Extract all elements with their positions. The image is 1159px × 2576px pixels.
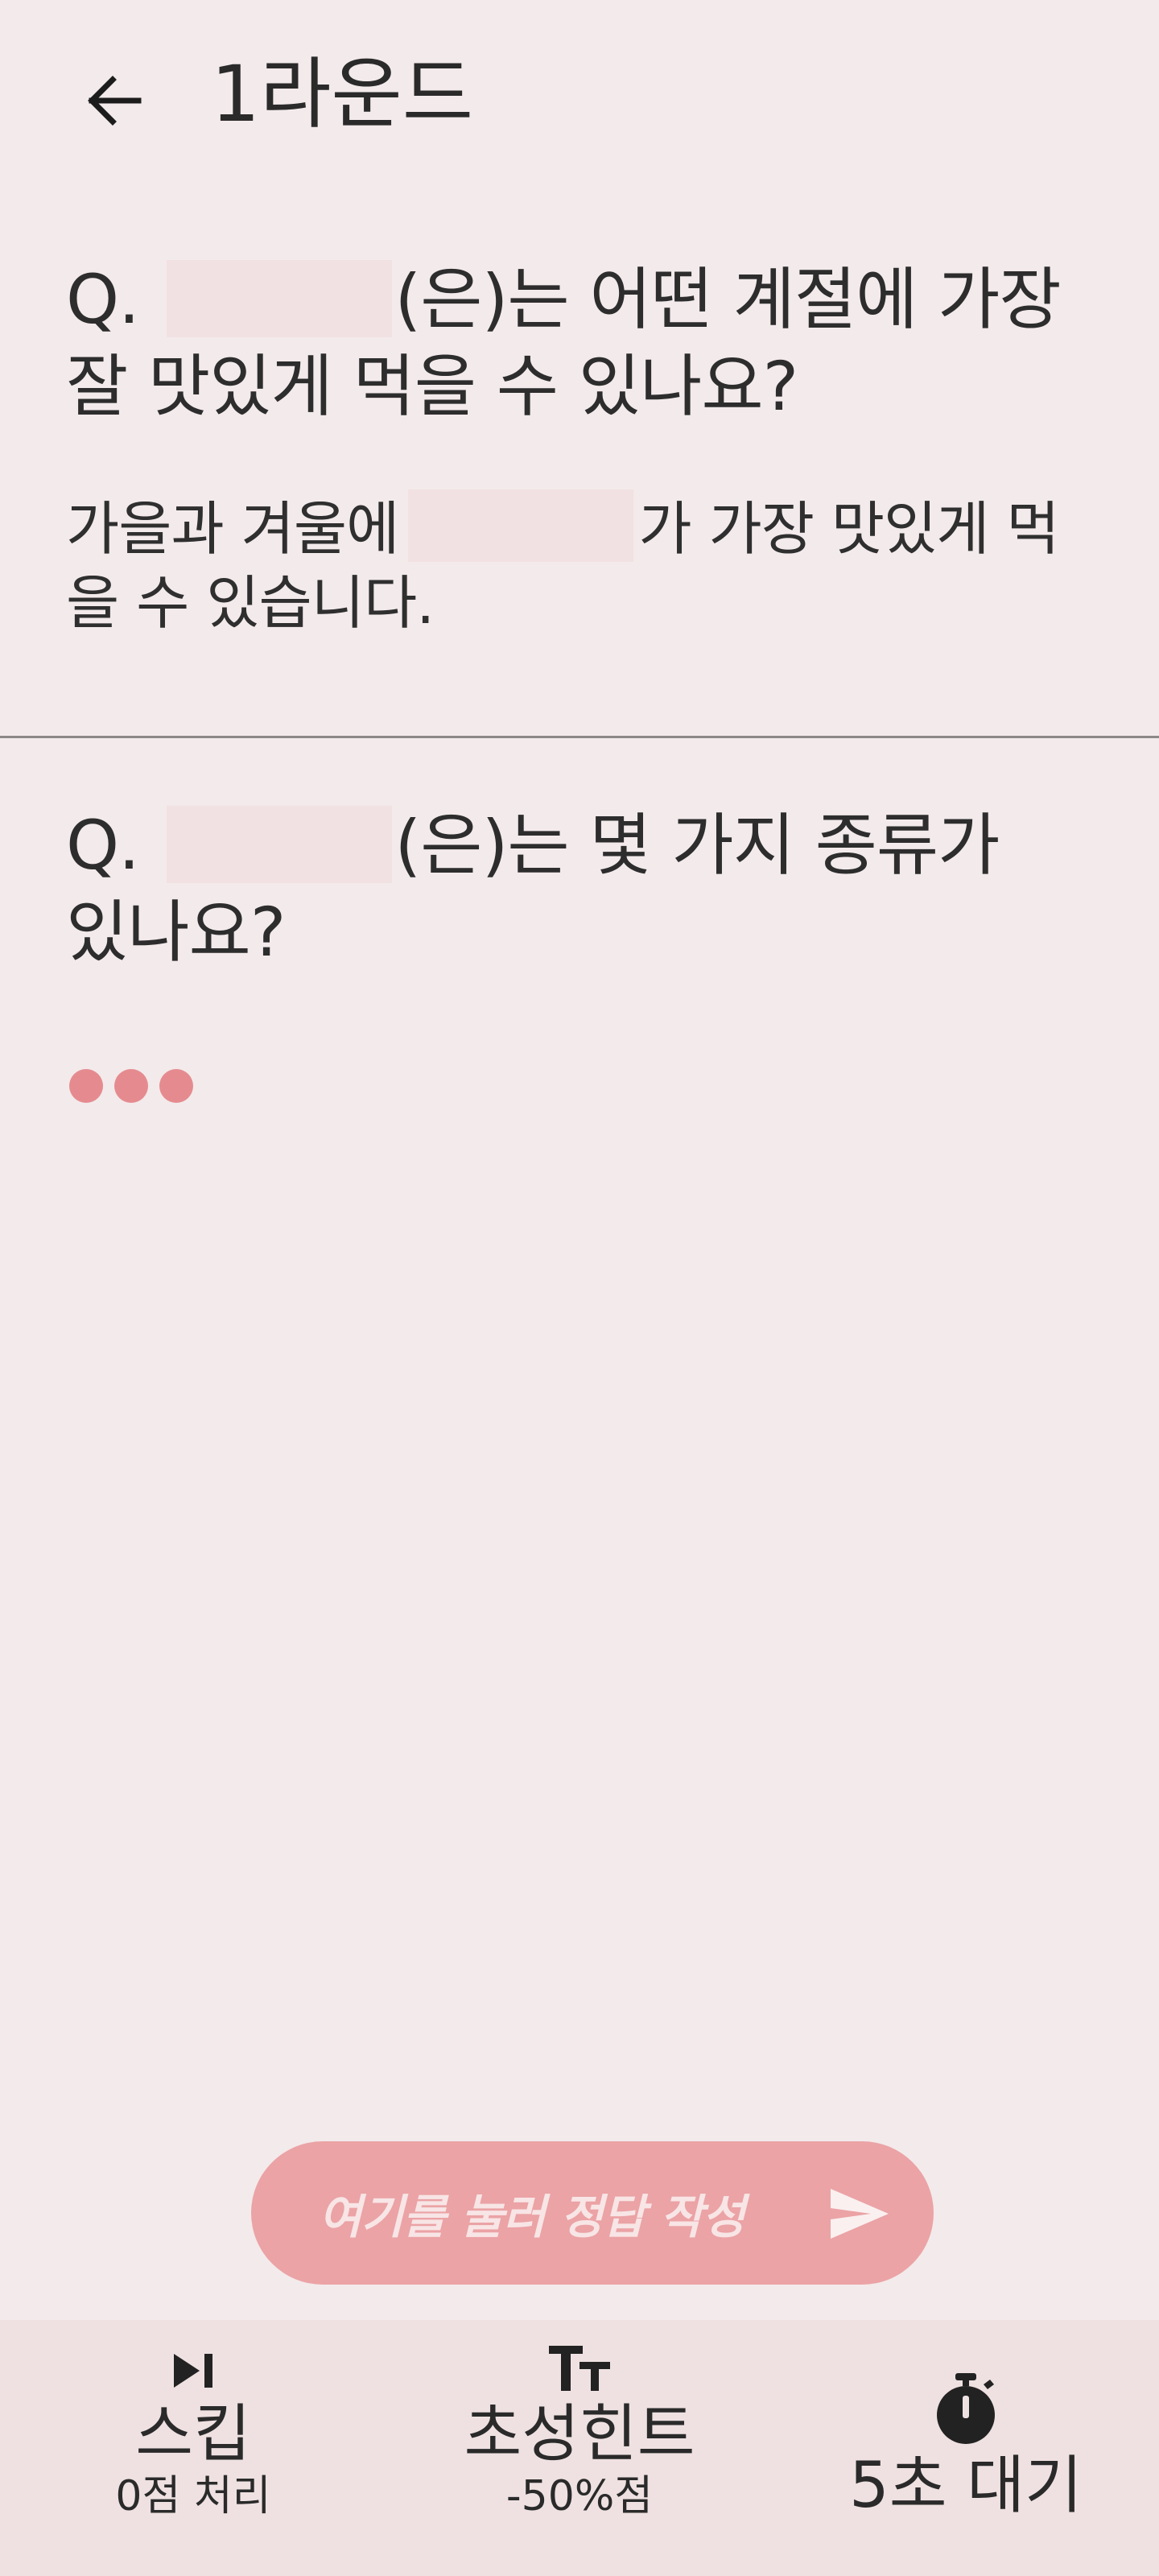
- answer-blank: [166, 806, 392, 883]
- divider: [0, 736, 1159, 738]
- initial-hint-button[interactable]: 초성힌트 -50%점: [443, 2320, 716, 2576]
- send-button[interactable]: [823, 2177, 897, 2251]
- typing-dot: [69, 1069, 103, 1103]
- back-button[interactable]: [66, 53, 161, 148]
- typing-dot: [114, 1069, 148, 1103]
- arrow-left-icon: [88, 76, 142, 126]
- qa-item: Q. (은)는 몇 가지 종류가 있나요?: [66, 802, 1080, 976]
- skip-label: 스킵: [135, 2398, 251, 2471]
- wait-button[interactable]: 5초 대기: [829, 2320, 1103, 2576]
- wait-label: 5초 대기: [849, 2450, 1083, 2522]
- typing-indicator: [69, 1069, 193, 1103]
- question-text: Q. (은)는 어떤 계절에 가장 잘 맛있게 먹을 수 있나요?: [66, 256, 1080, 430]
- skip-sublabel: 0점 처리: [115, 2472, 271, 2520]
- hint-label: 초성힌트: [464, 2398, 695, 2471]
- question-prefix: Q.: [66, 260, 140, 339]
- send-icon: [831, 2189, 889, 2239]
- answer-text: 가을과 겨울에 가 가장 맛있게 먹을 수 있습니다.: [66, 489, 1080, 640]
- skip-next-icon: [174, 2354, 212, 2388]
- typing-dot: [159, 1069, 193, 1103]
- answer-blank: [166, 260, 392, 337]
- bottom-action-bar: 스킵 0점 처리 초성힌트 -50%점 5초 대기: [0, 2320, 1159, 2576]
- skip-button[interactable]: 스킵 0점 처리: [105, 2320, 282, 2576]
- hint-sublabel: -50%점: [505, 2472, 654, 2520]
- answer-prefix: 가을과 겨울에: [66, 495, 399, 563]
- stopwatch-icon: [937, 2373, 995, 2444]
- text-size-icon: [549, 2346, 610, 2391]
- answer-input-placeholder: 여기를 눌러 정답 작성: [319, 2190, 745, 2244]
- answer-input[interactable]: 여기를 눌러 정답 작성: [251, 2141, 934, 2285]
- question-prefix: Q.: [66, 806, 140, 885]
- question-text: Q. (은)는 몇 가지 종류가 있나요?: [66, 802, 1080, 976]
- page-title: 1라운드: [211, 49, 474, 139]
- answer-blank: [408, 489, 634, 562]
- qa-item: Q. (은)는 어떤 계절에 가장 잘 맛있게 먹을 수 있나요? 가을과 겨울…: [66, 256, 1080, 640]
- app-bar: 1라운드: [0, 0, 1159, 193]
